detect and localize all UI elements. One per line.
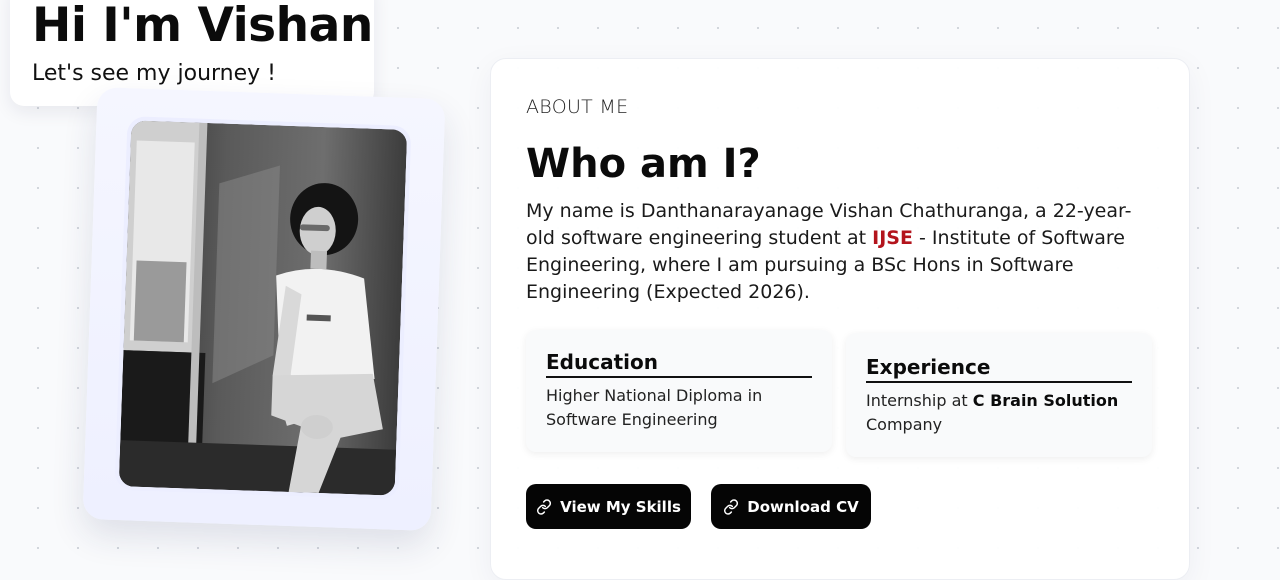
experience-company: C Brain Solution	[972, 391, 1119, 410]
experience-card: Experience Internship at C Brain Solutio…	[846, 333, 1152, 457]
education-title: Education	[546, 350, 812, 378]
section-title: Who am I?	[526, 141, 761, 187]
experience-text: Internship at C Brain Solution Company	[866, 389, 1136, 437]
experience-text-start: Internship at	[866, 391, 973, 410]
section-eyebrow: ABOUT ME	[526, 96, 629, 118]
link-icon	[723, 498, 739, 515]
bio-highlight-ijse: IJSE	[872, 227, 913, 249]
download-cv-button[interactable]: Download CV	[711, 484, 871, 529]
education-card: Education Higher National Diploma in Sof…	[526, 330, 832, 452]
profile-photo-container	[114, 116, 412, 500]
education-text: Higher National Diploma in Software Engi…	[546, 386, 763, 429]
hero-subtitle: Let's see my journey !	[32, 61, 276, 86]
link-icon	[536, 498, 552, 515]
view-skills-label: View My Skills	[560, 497, 681, 516]
experience-text-end: Company	[866, 415, 943, 434]
view-skills-button[interactable]: View My Skills	[526, 484, 691, 529]
hero-title: Hi I'm Vishan	[32, 0, 373, 53]
download-cv-label: Download CV	[747, 497, 859, 516]
profile-photo	[118, 120, 408, 496]
experience-title: Experience	[866, 355, 1132, 383]
bio-text: My name is Danthanarayanage Vishan Chath…	[526, 198, 1146, 306]
